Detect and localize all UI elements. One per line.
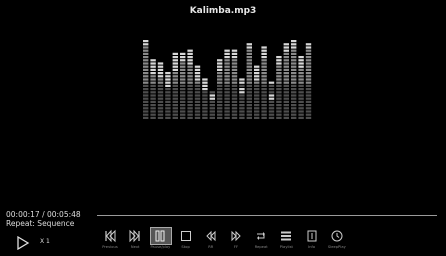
fast-forward-button[interactable]: FF <box>224 229 248 253</box>
visualizer-bar <box>246 43 252 119</box>
visualizer-bar <box>180 52 186 119</box>
visualizer-bar <box>187 49 193 119</box>
visualizer-bar <box>209 91 215 119</box>
control-label: Stop <box>181 245 190 249</box>
visualizer-bar <box>305 43 312 119</box>
control-label: Info <box>308 245 316 249</box>
visualizer-bar <box>202 78 208 119</box>
visualizer-bar <box>217 59 223 119</box>
playback-time: 00:00:17 / 00:05:48 <box>6 210 81 219</box>
visualizer-bar <box>291 40 297 119</box>
media-player: Kalimba.mp3 00:00:17 / 00:05:48 Repeat: … <box>0 0 446 256</box>
skip-back-icon <box>98 229 122 243</box>
stop-icon <box>174 229 198 243</box>
next-button[interactable]: Next <box>123 229 147 253</box>
visualizer-bar <box>165 72 171 119</box>
play-button[interactable] <box>16 235 30 251</box>
control-label: FF <box>233 245 239 249</box>
visualizer-bar <box>231 49 238 119</box>
visualizer-bar <box>261 46 267 119</box>
visualizer-bar <box>172 52 178 119</box>
sleep-timer-button[interactable]: SleepPlay <box>325 229 349 253</box>
rewind-button[interactable]: RR <box>199 229 223 253</box>
info-icon <box>300 229 324 243</box>
repeat-mode-label: Repeat: Sequence <box>6 219 75 228</box>
control-label: SleepPlay <box>327 245 346 249</box>
clock-icon <box>325 229 349 243</box>
skip-forward-icon <box>123 229 147 243</box>
pause-icon <box>148 229 172 243</box>
visualizer-bar <box>283 43 289 119</box>
info-button[interactable]: Info <box>300 229 324 253</box>
visualizer-bar <box>276 56 282 119</box>
stop-button[interactable]: Stop <box>174 229 198 253</box>
visualizer-bar <box>194 65 201 119</box>
playback-speed[interactable]: X 1 <box>40 238 50 245</box>
visualizer-bar <box>239 78 245 119</box>
visualizer-bar <box>157 62 164 119</box>
control-label: Repeat <box>254 245 268 249</box>
visualizer-bar <box>268 81 275 119</box>
control-label: Playlist <box>279 245 293 249</box>
control-label: Previous <box>102 245 118 249</box>
repeat-icon <box>249 229 273 243</box>
visualizer-bar <box>150 59 156 119</box>
fast-forward-icon <box>224 229 248 243</box>
play-icon <box>17 235 30 251</box>
playlist-button[interactable]: Playlist <box>274 229 298 253</box>
visualizer-bar <box>224 49 230 119</box>
repeat-button[interactable]: Repeat <box>249 229 273 253</box>
pause-button[interactable]: Pause/play <box>148 227 173 253</box>
control-label: RR <box>208 245 214 249</box>
seek-bar[interactable] <box>97 215 437 216</box>
control-label: Next <box>130 245 140 249</box>
previous-button[interactable]: Previous <box>98 229 122 253</box>
visualizer-bar <box>254 65 260 119</box>
visualizer-bar <box>143 40 149 119</box>
rewind-icon <box>199 229 223 243</box>
control-label: Pause/play <box>150 245 171 249</box>
track-title: Kalimba.mp3 <box>189 6 257 16</box>
audio-visualizer <box>143 40 312 119</box>
visualizer-bar <box>298 56 304 119</box>
playlist-icon <box>274 229 298 243</box>
